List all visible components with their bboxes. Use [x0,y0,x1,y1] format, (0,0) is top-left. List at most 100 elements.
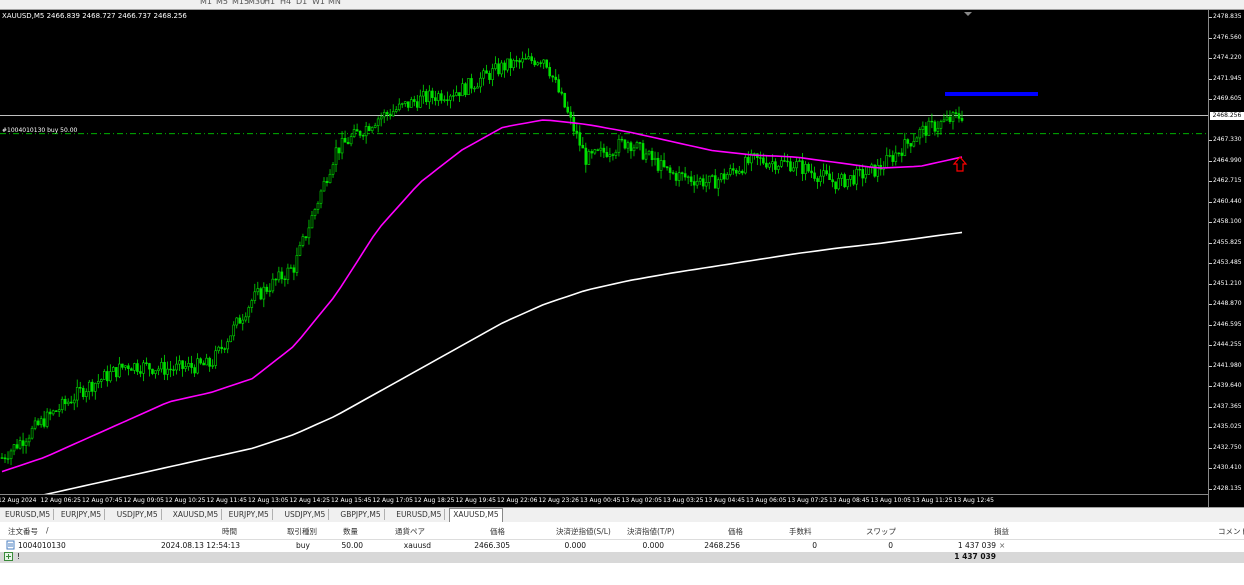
candle-body [632,147,636,152]
price-tick-label: 2437.365 [1213,402,1242,410]
table-header[interactable]: コメント [1218,526,1244,537]
balance-profit: 1 437 039 [954,552,996,561]
candle-body [42,418,46,427]
candle-body [939,121,943,129]
candle-body [590,151,594,154]
table-header[interactable]: スワップ [866,526,896,537]
order-number: 1004010130 [18,541,66,550]
time-tick-label: 12 Aug 07:45 [82,497,123,504]
table-header[interactable]: 数量 [343,526,358,537]
blue-marker-line [945,92,1038,96]
chart-tab[interactable]: USDJPY,M5 [282,509,330,520]
candle-body [109,371,112,382]
candle-body [199,358,202,364]
candle-body [334,147,338,165]
price-tick-mark [1209,489,1212,490]
candle-body [635,142,639,149]
candle-body [434,97,437,101]
chart-tab[interactable]: GBPJPY,M5 [337,509,385,520]
expand-icon[interactable] [4,552,13,563]
chart-tab[interactable]: EURUSD,M5 [393,509,446,520]
candle-body [873,164,877,177]
position-row[interactable]: 1004010130 2024.08.13 12:54:13 buy 50.00… [0,540,1244,552]
chart-tab[interactable]: USDJPY,M5 [114,509,162,520]
candle-body [804,163,807,174]
chart-tab[interactable]: EURUSD,M5 [2,509,55,520]
candle-body [641,143,645,160]
time-axis[interactable]: 12 Aug 2024 12 Aug 06:25 12 Aug 07:45 12 Au… [0,494,1208,507]
candle-body [545,59,549,68]
candle-body [551,75,555,78]
candle-body [575,130,579,133]
timeframe-h4[interactable]: H4 [280,0,291,6]
candle-body [473,87,476,90]
candle-body [605,152,609,157]
candle-body [584,147,588,165]
candle-body [106,371,109,382]
order-tp: 0.000 [642,541,664,550]
timeframe-h1[interactable]: H1 [264,0,275,6]
time-tick-label: 12 Aug 23:26 [538,497,579,504]
candle-body [253,291,257,301]
price-scale[interactable]: 2478.835 2476.560 2474.220 2471.945 2469.605… [1208,10,1244,507]
timeframe-w1[interactable]: W1 [312,0,325,6]
table-header[interactable]: 損益 [994,526,1009,537]
timeframe-m15[interactable]: M15 [232,0,249,6]
candle-body [521,58,524,63]
candle-body [226,341,230,350]
candle-body [713,175,717,189]
candle-body [710,175,714,177]
candle-body [54,410,58,412]
time-tick-label: 13 Aug 06:05 [746,497,787,504]
candle-body [768,163,771,168]
table-header[interactable]: 時間 [222,526,237,537]
chart-area[interactable]: XAUUSD,M5 2466.839 2468.727 2466.737 246… [0,10,1244,507]
candle-body [446,99,449,101]
table-header[interactable]: / [46,526,49,535]
time-tick-label: 13 Aug 02:05 [621,497,662,504]
candle-body [698,178,702,182]
price-tick-mark [1209,365,1212,367]
table-header[interactable]: 価格 [728,526,743,537]
table-header[interactable]: 決済逆指値(S/L) [556,526,611,537]
price-tick-label: 2453.485 [1213,259,1242,267]
chart-tab[interactable]: EURJPY,M5 [226,509,273,520]
candle-body [175,363,178,371]
table-header[interactable]: 決済指値(T/P) [627,526,674,537]
candle-body [734,169,738,174]
candle-body [587,151,591,165]
candle-body [665,166,669,169]
table-header[interactable]: 価格 [490,526,505,537]
price-chart-svg[interactable] [0,10,1208,494]
table-header[interactable]: 取引種別 [287,526,317,537]
timeframe-m5[interactable]: M5 [216,0,228,6]
price-tick-label: 2458.100 [1213,218,1242,226]
candle-body [6,458,10,460]
table-header[interactable]: 手数料 [789,526,812,537]
shift-marker-icon[interactable] [964,12,972,16]
chart-tab[interactable]: XAUUSD,M5 [449,508,503,522]
candle-body [45,411,49,427]
candle-body [593,149,597,154]
candle-body [843,174,846,188]
chart-tab[interactable]: XAUUSD,M5 [170,509,223,520]
table-header[interactable]: 注文番号 [8,526,38,537]
chart-tab[interactable]: EURJPY,M5 [58,509,106,520]
candle-body [536,62,539,66]
candle-body [12,444,16,452]
candle-body [957,113,961,119]
candle-body [795,161,798,169]
candle-body [24,441,28,446]
candle-body [422,91,425,97]
timeframe-d1[interactable]: D1 [296,0,307,6]
candle-body [112,367,115,372]
candle-body [674,173,678,181]
table-header[interactable]: 通貨ペア [395,526,425,537]
timeframe-mn[interactable]: MN [328,0,341,6]
candle-body [852,175,855,185]
time-tick-label: 12 Aug 13:05 [248,497,289,504]
timeframe-m1[interactable]: M1 [200,0,212,6]
timeframe-m30[interactable]: M30 [248,0,265,6]
close-position-icon[interactable]: × [999,541,1005,550]
time-tick-label: 12 Aug 22:06 [497,497,538,504]
